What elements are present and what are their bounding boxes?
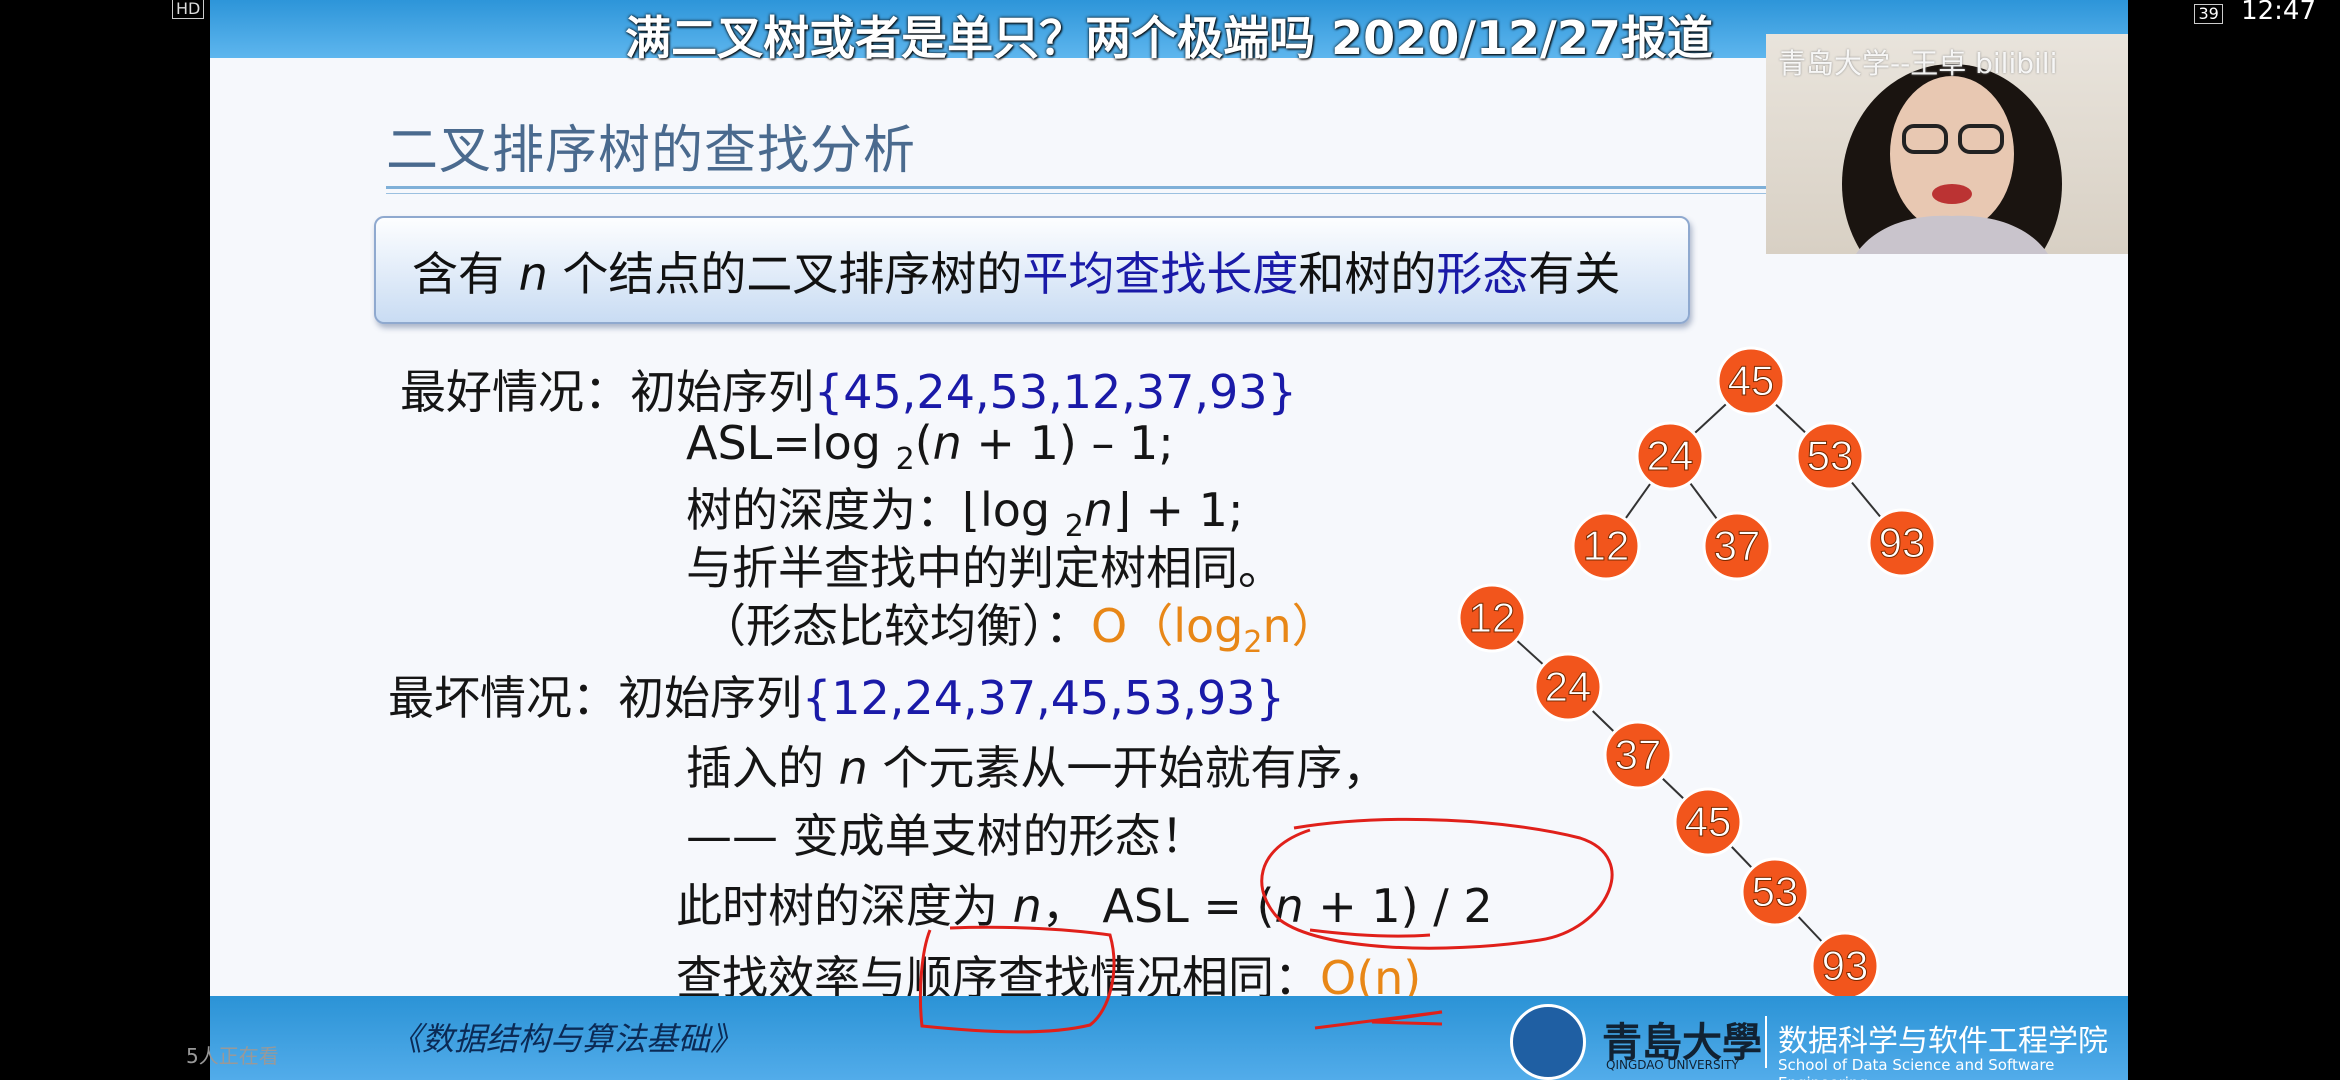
video-title-bar: 满二叉树或者是单只？两个极端吗 2020/12/27报道 (210, 0, 2128, 65)
ink-underline (1309, 928, 1431, 938)
ink-circle (1260, 817, 1614, 950)
ink-circle (918, 925, 1116, 1034)
viewer-count: 5人正在看 (186, 1044, 279, 1068)
ink-underline (1314, 1010, 1443, 1030)
status-right: 39 12:47 (2194, 0, 2316, 26)
video-title: 满二叉树或者是单只？两个极端吗 2020/12/27报道 (625, 11, 1713, 65)
battery-icon: 39 (2194, 4, 2223, 24)
clock: 12:47 (2241, 0, 2316, 26)
hd-badge: HD (172, 0, 205, 19)
